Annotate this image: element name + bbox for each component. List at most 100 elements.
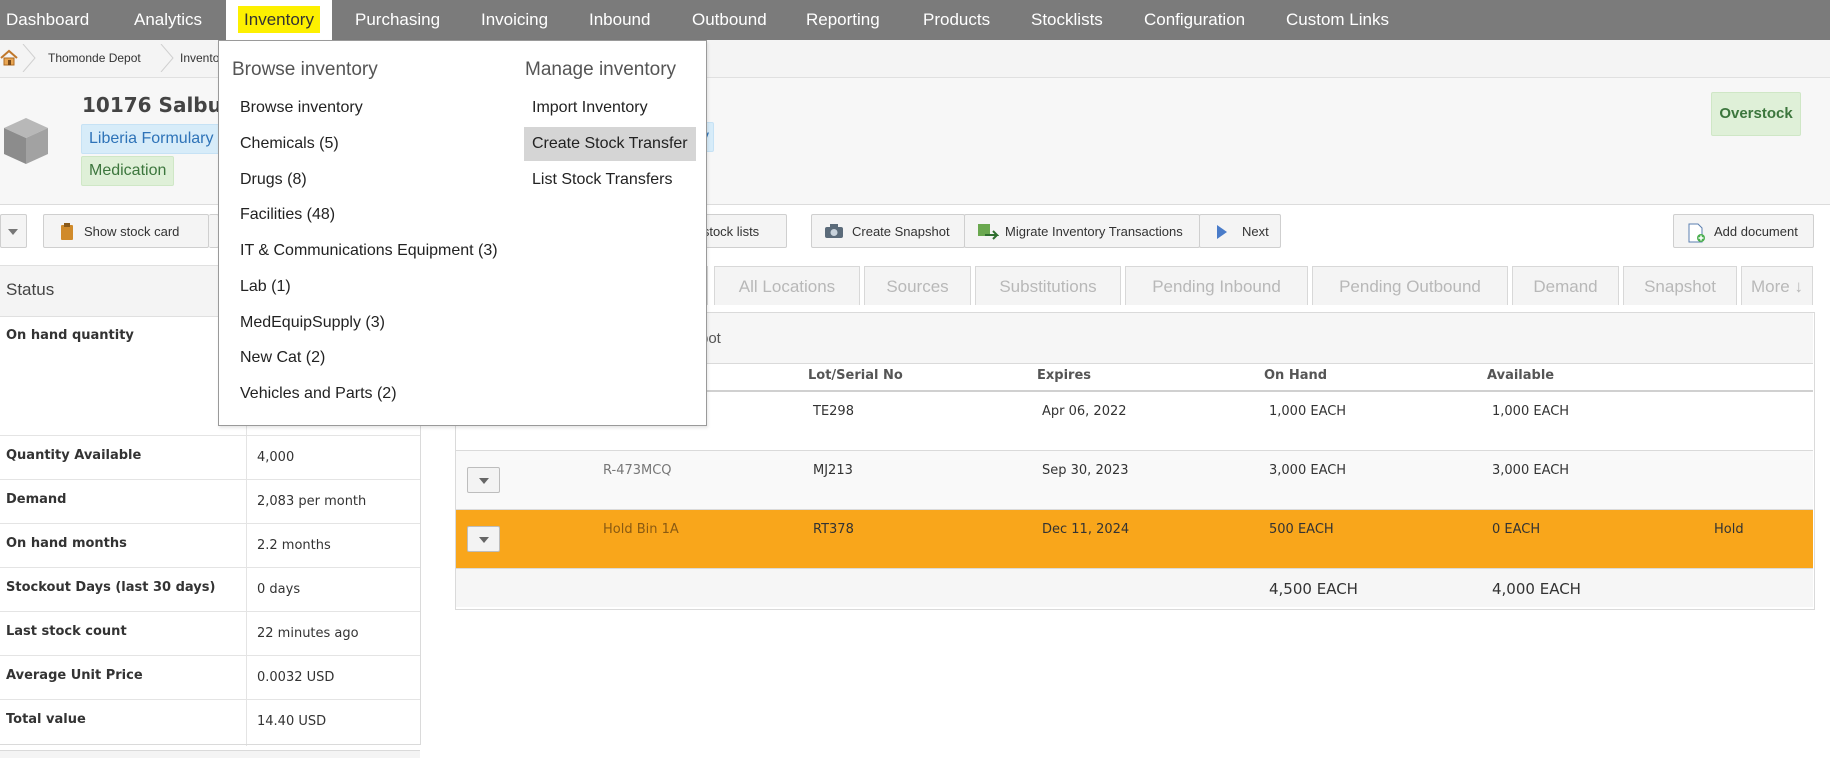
nav-purchasing[interactable]: Purchasing (355, 0, 440, 40)
column-header-lot[interactable]: Lot/Serial No (808, 368, 903, 383)
tab-pending-outbound[interactable]: Pending Outbound (1312, 266, 1508, 305)
status-label: Average Unit Price (6, 668, 143, 683)
menu-item-vehicles-parts[interactable]: Vehicles and Parts (2) (232, 377, 405, 411)
menu-item-medequipsupply[interactable]: MedEquipSupply (3) (232, 306, 393, 340)
tab-more[interactable]: More ↓ (1741, 266, 1813, 305)
menu-item-drugs[interactable]: Drugs (8) (232, 163, 315, 197)
status-label: Last stock count (6, 624, 127, 639)
add-document-label: Add document (1714, 224, 1798, 239)
menu-item-browse-inventory[interactable]: Browse inventory (232, 91, 371, 125)
cell-available: 0 EACH (1492, 522, 1541, 537)
nav-inbound[interactable]: Inbound (589, 0, 650, 40)
column-header-on-hand[interactable]: On Hand (1264, 368, 1327, 383)
menu-item-import-inventory[interactable]: Import Inventory (524, 91, 656, 125)
tab-sources[interactable]: Sources (864, 266, 971, 305)
status-row: Total value 14.40 USD (0, 699, 420, 745)
cell-lot: MJ213 (813, 463, 853, 478)
column-header-available[interactable]: Available (1487, 368, 1554, 383)
product-title: 10176 Salbut (82, 93, 232, 117)
menu-item-list-stock-transfers[interactable]: List Stock Transfers (524, 163, 681, 197)
status-value: 22 minutes ago (257, 626, 359, 641)
clipboard-icon (61, 223, 73, 240)
show-stock-card-button[interactable]: Show stock card (43, 214, 209, 248)
nav-custom-links[interactable]: Custom Links (1286, 0, 1389, 40)
cell-expires: Dec 11, 2024 (1042, 522, 1130, 537)
migrate-arrows-icon (978, 224, 999, 240)
menu-item-it-communications[interactable]: IT & Communications Equipment (3) (232, 234, 506, 268)
chevron-down-icon (8, 229, 18, 235)
cell-on-hand: 1,000 EACH (1269, 404, 1347, 419)
cell-on-hand: 3,000 EACH (1269, 463, 1347, 478)
menu-heading-browse: Browse inventory (232, 59, 378, 80)
table-row: R-473MCQ MJ213 Sep 30, 2023 3,000 EACH 3… (456, 451, 1813, 510)
cell-expires: Apr 06, 2022 (1042, 404, 1127, 419)
breadcrumb-depot[interactable]: Thomonde Depot (48, 40, 141, 77)
cell-expires: Sep 30, 2023 (1042, 463, 1129, 478)
status-row: Quantity Available 4,000 (0, 435, 420, 480)
table-row-hold: Hold Bin 1A RT378 Dec 11, 2024 500 EACH … (456, 510, 1813, 569)
status-row: On hand months 2.2 months (0, 523, 420, 568)
status-label: Quantity Available (6, 448, 142, 463)
tab-pending-inbound[interactable]: Pending Inbound (1125, 266, 1308, 305)
status-value: 0.0032 USD (257, 670, 335, 685)
nav-outbound[interactable]: Outbound (692, 0, 767, 40)
status-label: On hand quantity (6, 328, 134, 343)
status-badge: Overstock (1711, 92, 1801, 136)
column-header-expires[interactable]: Expires (1037, 368, 1091, 383)
home-icon[interactable] (0, 49, 18, 67)
create-snapshot-button[interactable]: Create Snapshot (811, 214, 965, 248)
row-menu-button[interactable] (467, 526, 500, 552)
tab-snapshot[interactable]: Snapshot (1623, 266, 1737, 305)
menu-item-new-cat[interactable]: New Cat (2) (232, 341, 333, 375)
show-stock-card-label: Show stock card (84, 224, 180, 239)
status-label: Total value (6, 712, 86, 727)
status-row: Last stock count 22 minutes ago (0, 611, 420, 656)
total-on-hand-unit: EACH (1316, 580, 1358, 598)
tab-demand[interactable]: Demand (1512, 266, 1619, 305)
top-navigation-bar: Dashboard Analytics Inventory Purchasing… (0, 0, 1830, 40)
cell-lot: RT378 (813, 522, 854, 537)
nav-inventory-label: Inventory (238, 6, 320, 33)
row-menu-button[interactable] (467, 467, 500, 493)
status-row: Average Unit Price 0.0032 USD (0, 655, 420, 700)
tag-medication: Medication (81, 156, 175, 186)
status-label: Stockout Days (last 30 days) (6, 580, 216, 595)
total-on-hand: 4,500 EACH (1269, 580, 1358, 598)
status-heading: Status (6, 280, 55, 299)
menu-item-chemicals[interactable]: Chemicals (5) (232, 127, 347, 161)
migrate-inventory-transactions-button[interactable]: Migrate Inventory Transactions (964, 214, 1200, 248)
nav-invoicing[interactable]: Invoicing (481, 0, 548, 40)
total-available-unit: EACH (1539, 580, 1581, 598)
nav-configuration[interactable]: Configuration (1144, 0, 1245, 40)
tab-substitutions[interactable]: Substitutions (975, 266, 1121, 305)
nav-products[interactable]: Products (923, 0, 990, 40)
toolbar-dropdown-button[interactable] (0, 214, 27, 248)
total-on-hand-number: 4,500 (1269, 580, 1312, 598)
nav-inventory[interactable]: Inventory (226, 0, 332, 40)
tab-all-locations[interactable]: All Locations (714, 266, 860, 305)
add-document-button[interactable]: Add document (1673, 214, 1814, 248)
status-value: 2.2 months (257, 538, 331, 553)
breadcrumb-inventory[interactable]: Invento (180, 40, 219, 77)
menu-item-facilities[interactable]: Facilities (48) (232, 198, 343, 232)
cell-hold-note: Hold (1714, 522, 1744, 537)
cell-lot: TE298 (813, 404, 854, 419)
inventory-dropdown-menu: Browse inventory Browse inventory Chemic… (218, 40, 707, 426)
next-button[interactable]: Next (1199, 214, 1281, 248)
menu-item-create-stock-transfer[interactable]: Create Stock Transfer (524, 127, 696, 161)
cell-available: 3,000 EACH (1492, 463, 1570, 478)
breadcrumb-separator (160, 44, 174, 72)
breadcrumb-separator (22, 44, 36, 72)
table-totals-row: 4,500 EACH 4,000 EACH (456, 569, 1813, 607)
status-label: Demand (6, 492, 67, 507)
cell-on-hand: 500 EACH (1269, 522, 1334, 537)
status-value: 14.40 USD (257, 714, 327, 729)
nav-analytics[interactable]: Analytics (134, 0, 202, 40)
nav-stocklists[interactable]: Stocklists (1031, 0, 1103, 40)
product-box-icon (4, 118, 48, 164)
cell-bin: R-473MCQ (603, 463, 672, 478)
nav-dashboard[interactable]: Dashboard (6, 0, 89, 40)
nav-reporting[interactable]: Reporting (806, 0, 880, 40)
create-snapshot-label: Create Snapshot (852, 224, 950, 239)
menu-item-lab[interactable]: Lab (1) (232, 270, 299, 304)
